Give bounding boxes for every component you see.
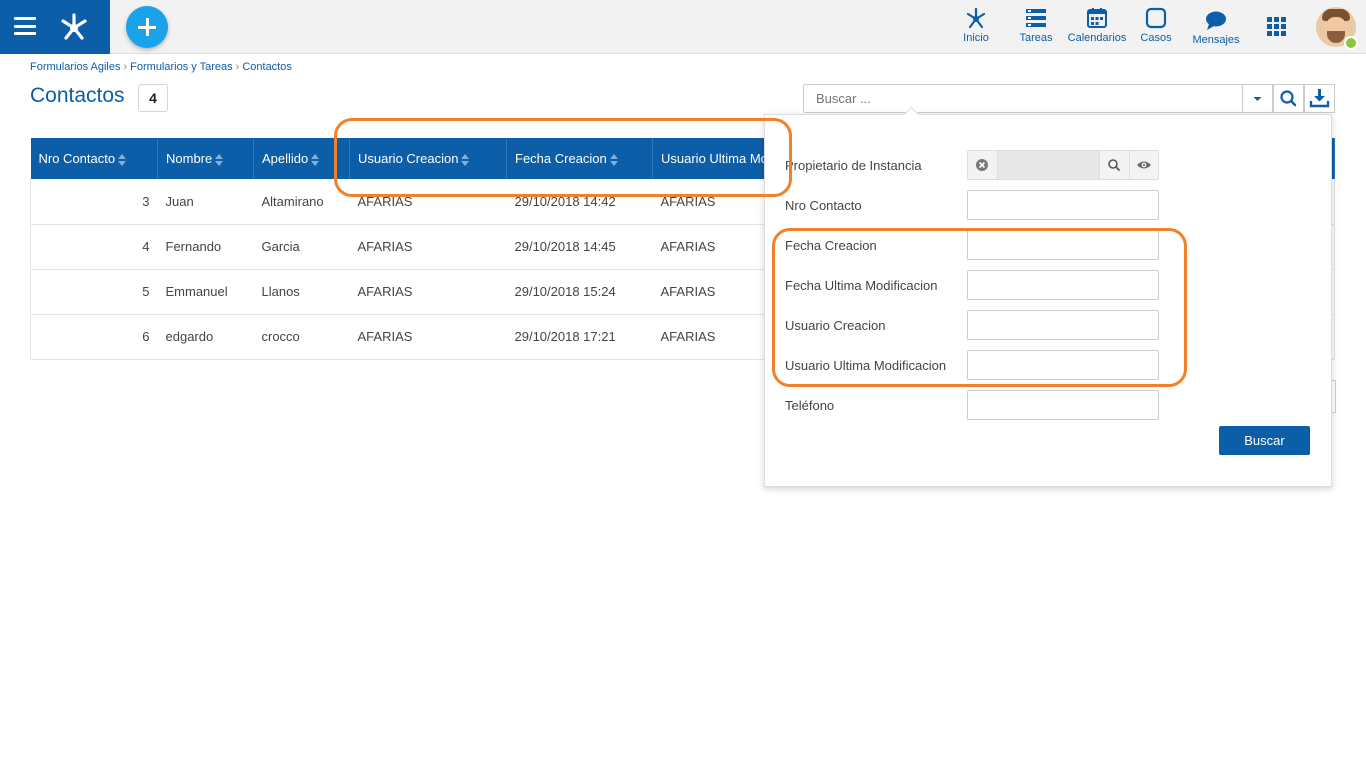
table-cell: Altamirano (253, 179, 350, 225)
tasks-icon (1026, 9, 1046, 27)
breadcrumb-item[interactable]: Formularios Agiles (30, 61, 120, 73)
table-cell: 29/10/2018 17:21 (506, 314, 653, 360)
breadcrumb-item[interactable]: Contactos (242, 61, 292, 73)
table-cell: Llanos (253, 269, 350, 315)
usuario-creacion-label: Usuario Creacion (785, 318, 886, 333)
owner-value-box[interactable] (997, 151, 1100, 179)
advanced-search-panel: Propietario de Instancia Nro Contacto Fe… (764, 106, 1332, 487)
usuario-creacion-field[interactable] (967, 310, 1159, 340)
chevron-right-icon: › (235, 61, 240, 73)
column-header[interactable]: Nombre (157, 138, 254, 179)
telefono-label: Teléfono (785, 398, 835, 413)
table-cell: Garcia (253, 224, 350, 270)
sort-icon[interactable] (311, 153, 320, 166)
table-cell: 4 (30, 224, 158, 270)
add-new-button[interactable] (126, 6, 168, 48)
table-cell: AFARIAS (349, 314, 507, 360)
table-cell: 6 (30, 314, 158, 360)
column-header[interactable]: Apellido (253, 138, 350, 179)
nav-casos-label: Casos (1140, 32, 1172, 44)
table-cell: 5 (30, 269, 158, 315)
search-icon[interactable] (1107, 158, 1121, 172)
message-icon (1206, 11, 1226, 30)
table-cell: AFARIAS (349, 269, 507, 315)
chevron-right-icon: › (123, 61, 128, 73)
table-cell: AFARIAS (349, 224, 507, 270)
table-cell: 29/10/2018 15:24 (506, 269, 653, 315)
search-input[interactable] (803, 84, 1243, 113)
table-cell: crocco (253, 314, 350, 360)
nro-contacto-field[interactable] (967, 190, 1159, 220)
breadcrumb: Formularios Agiles › Formularios y Tareas ›… (30, 61, 292, 73)
menu-block (0, 0, 110, 54)
logo-icon[interactable] (56, 8, 92, 44)
column-header[interactable]: Fecha Creacion (506, 138, 653, 179)
sort-icon[interactable] (461, 153, 470, 166)
apps-grid-icon[interactable] (1267, 17, 1286, 36)
download-icon (1309, 89, 1330, 108)
sort-icon[interactable] (215, 153, 224, 166)
column-header[interactable]: Nro Contacto (30, 138, 158, 179)
usuario-ultima-modificacion-label: Usuario Ultima Modificacion (785, 358, 947, 373)
nav-inicio-label: Inicio (963, 32, 989, 44)
search-icon (1280, 90, 1297, 107)
breadcrumb-item[interactable]: Formularios y Tareas (130, 61, 233, 73)
fecha-ultima-modificacion-field[interactable] (967, 270, 1159, 300)
nav-tareas-label: Tareas (1019, 32, 1053, 44)
page-title: Contactos (30, 84, 125, 107)
home-nodes-icon (966, 7, 986, 29)
nav-inicio[interactable]: Inicio (958, 6, 994, 50)
owner-lookup-field (967, 150, 1159, 180)
nav-tareas[interactable]: Tareas (1016, 6, 1056, 50)
table-cell: 29/10/2018 14:45 (506, 224, 653, 270)
calendar-icon (1087, 8, 1107, 28)
fecha-creacion-field[interactable] (967, 230, 1159, 260)
nro-contacto-label: Nro Contacto (785, 198, 862, 213)
owner-label: Propietario de Instancia (785, 158, 922, 173)
fecha-ultima-modificacion-label: Fecha Ultima Modificacion (785, 278, 938, 293)
table-cell: edgardo (157, 314, 254, 360)
telefono-field[interactable] (967, 390, 1159, 420)
fecha-creacion-label: Fecha Creacion (785, 238, 877, 253)
top-bar: Inicio Tareas Calendarios Casos Mensajes (0, 0, 1366, 54)
sort-icon[interactable] (609, 153, 619, 166)
caret-down-icon (1253, 97, 1262, 101)
column-header[interactable]: Usuario Creacion (349, 138, 507, 179)
clear-icon[interactable] (975, 158, 989, 172)
nav-casos[interactable]: Casos (1138, 6, 1174, 50)
search-button[interactable] (1273, 84, 1304, 113)
record-count-badge: 4 (138, 84, 168, 112)
nav-calendarios-label: Calendarios (1067, 32, 1127, 44)
online-status-indicator (1344, 36, 1358, 50)
hamburger-menu-icon[interactable] (14, 17, 36, 35)
table-cell: Fernando (157, 224, 254, 270)
divider (1129, 151, 1130, 179)
table-cell: 29/10/2018 14:42 (506, 179, 653, 225)
sort-icon[interactable] (118, 153, 127, 166)
table-cell: Emmanuel (157, 269, 254, 315)
export-button[interactable] (1304, 84, 1335, 113)
filter-dropdown-button[interactable] (1242, 84, 1273, 113)
nav-mensajes-label: Mensajes (1192, 34, 1240, 46)
table-cell: Juan (157, 179, 254, 225)
table-cell: 3 (30, 179, 158, 225)
table-cell: AFARIAS (349, 179, 507, 225)
eye-icon[interactable] (1136, 158, 1152, 172)
usuario-ultima-modificacion-field[interactable] (967, 350, 1159, 380)
cases-icon (1145, 7, 1167, 29)
buscar-button[interactable]: Buscar (1219, 426, 1310, 455)
nav-mensajes[interactable]: Mensajes (1190, 6, 1242, 50)
nav-calendarios[interactable]: Calendarios (1066, 6, 1128, 50)
